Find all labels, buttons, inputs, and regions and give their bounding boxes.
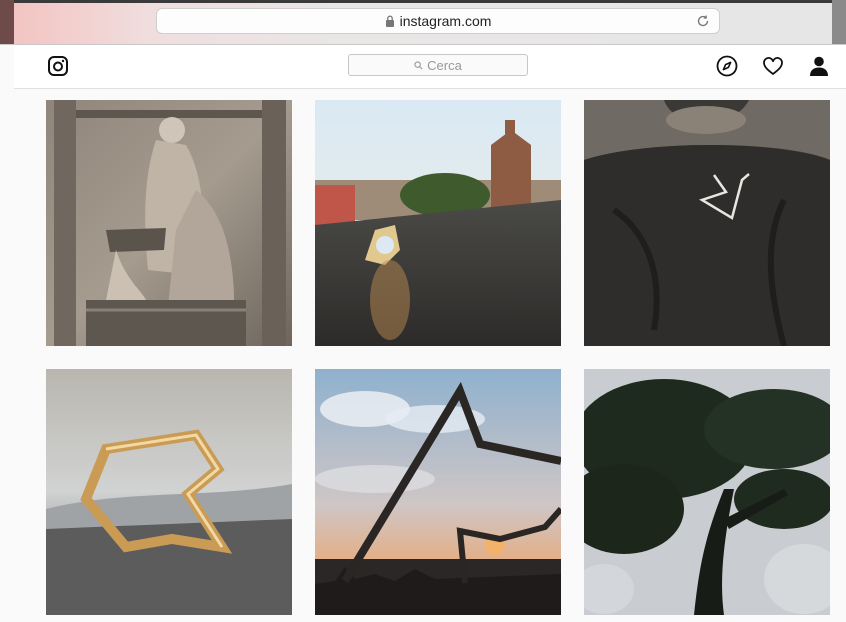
lock-icon bbox=[385, 15, 394, 27]
post-image bbox=[584, 100, 830, 346]
compass-icon[interactable] bbox=[716, 55, 738, 77]
instagram-logo-icon[interactable] bbox=[48, 56, 68, 76]
reload-icon[interactable] bbox=[695, 13, 711, 29]
post-thumbnail[interactable] bbox=[315, 100, 561, 346]
post-image bbox=[315, 100, 561, 346]
post-image bbox=[46, 369, 292, 615]
post-thumbnail[interactable] bbox=[315, 369, 561, 615]
search-input[interactable]: Cerca bbox=[348, 54, 528, 76]
heart-icon[interactable] bbox=[762, 55, 784, 77]
post-thumbnail[interactable] bbox=[584, 369, 830, 615]
window-edge-right bbox=[832, 0, 846, 44]
profile-icon[interactable] bbox=[808, 55, 830, 77]
post-image bbox=[46, 100, 292, 346]
browser-chrome: instagram.com bbox=[0, 0, 846, 45]
post-image bbox=[584, 369, 830, 615]
search-placeholder: Cerca bbox=[427, 57, 462, 73]
window-frame bbox=[0, 0, 846, 3]
post-thumbnail[interactable] bbox=[46, 100, 292, 346]
search-icon bbox=[414, 60, 423, 69]
window-edge-left bbox=[0, 0, 14, 44]
nav-actions bbox=[716, 55, 830, 77]
post-image bbox=[315, 369, 561, 615]
instagram-navbar: Cerca bbox=[14, 45, 846, 89]
post-thumbnail[interactable] bbox=[584, 100, 830, 346]
post-grid bbox=[46, 100, 830, 615]
url-text: instagram.com bbox=[399, 13, 492, 29]
address-bar[interactable]: instagram.com bbox=[156, 8, 720, 34]
post-thumbnail[interactable] bbox=[46, 369, 292, 615]
